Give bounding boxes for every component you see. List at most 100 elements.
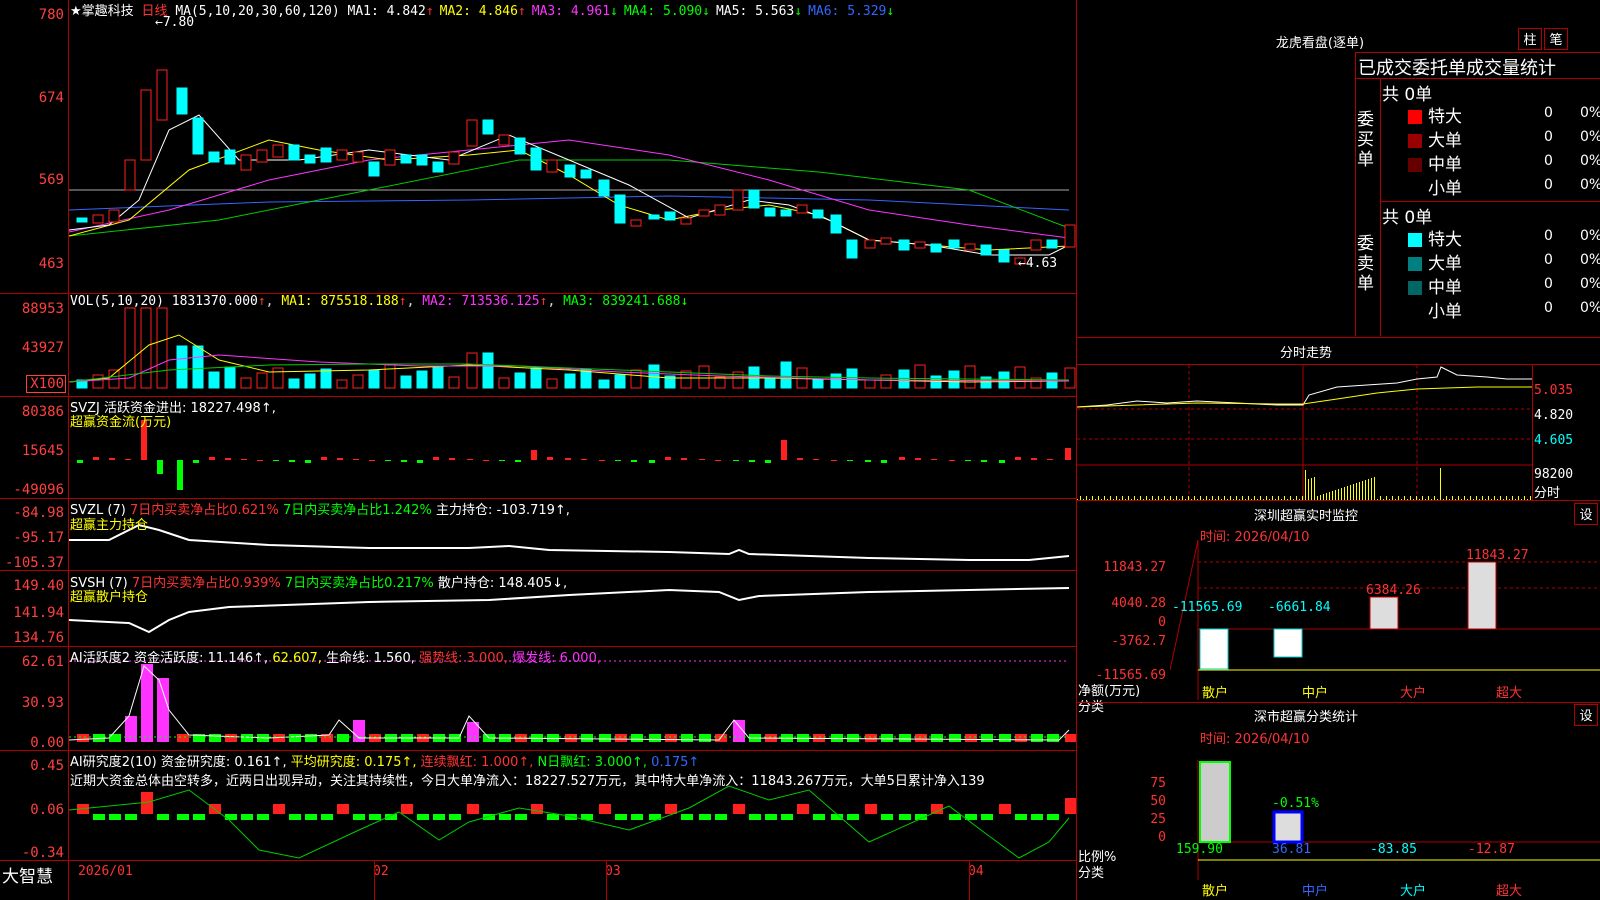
volume-bar-43 bbox=[780, 361, 792, 389]
ai1-bar-37 bbox=[681, 734, 693, 742]
candle-9 bbox=[224, 149, 236, 165]
ai1-bar-36 bbox=[665, 734, 677, 742]
candle-55 bbox=[980, 244, 992, 256]
volume-bar-21 bbox=[416, 370, 428, 389]
svzj-bar-6 bbox=[177, 460, 183, 490]
ai1-bar-0 bbox=[77, 734, 89, 742]
volume-bar-8 bbox=[208, 371, 220, 389]
ai2-bar-42 bbox=[765, 814, 777, 820]
ai2-bar-2 bbox=[109, 814, 121, 820]
kline-chart[interactable] bbox=[69, 0, 1076, 860]
ai2-bar-53 bbox=[949, 814, 961, 820]
svzj-bar-56 bbox=[999, 460, 1005, 463]
row-percent: 0% bbox=[1580, 177, 1600, 193]
intraday-vol-264 bbox=[1341, 488, 1342, 500]
row-percent: 0% bbox=[1580, 252, 1600, 268]
svzj-bar-33 bbox=[615, 460, 621, 461]
intraday-vol-234 bbox=[1311, 478, 1312, 500]
svzj-bar-25 bbox=[483, 460, 489, 461]
svzj-bar-13 bbox=[289, 460, 295, 462]
ma-value-5: MA5: 5.563↓ bbox=[715, 4, 803, 19]
svzj-bar-18 bbox=[369, 460, 375, 461]
monitor-title: 深圳超赢实时监控 bbox=[1253, 509, 1358, 524]
candle-1 bbox=[92, 214, 104, 224]
ai2-bar-55 bbox=[981, 814, 993, 820]
ai1-bar-6 bbox=[177, 734, 189, 742]
monitor-settings-button[interactable]: 设 bbox=[1574, 503, 1598, 525]
ai1-bar-54 bbox=[965, 734, 977, 742]
buy-row-2: 中单 0 0% bbox=[1408, 150, 1600, 175]
intraday-axis-4: 98200 bbox=[1534, 467, 1574, 482]
intraday-vol-363 bbox=[1440, 468, 1441, 500]
ai2-bar-38 bbox=[699, 814, 711, 820]
sell-row-2: 中单 0 0% bbox=[1408, 273, 1600, 298]
ai1-bar-13 bbox=[289, 734, 301, 742]
monitor-axis-3: -3762.7 bbox=[1111, 634, 1166, 649]
row-percent: 0% bbox=[1580, 105, 1600, 121]
ai2-bar-23 bbox=[449, 814, 461, 820]
sell-row-3: 小单 0 0% bbox=[1408, 297, 1600, 322]
svzj-bar-22 bbox=[433, 457, 439, 460]
ai1-bar-57 bbox=[1015, 734, 1027, 742]
volume-bar-24 bbox=[466, 352, 478, 389]
svzj-bar-43 bbox=[781, 440, 787, 460]
ai2-bar-18 bbox=[369, 814, 381, 820]
svzj-bar-41 bbox=[749, 460, 755, 462]
candle-6 bbox=[176, 87, 188, 115]
candle-47 bbox=[846, 239, 858, 259]
volume-bar-12 bbox=[272, 367, 284, 389]
intraday-vol-285 bbox=[1362, 481, 1363, 500]
volume-bar-52 bbox=[930, 375, 942, 389]
intraday-chart[interactable] bbox=[1077, 365, 1533, 500]
date-label-jan: 2026/01 bbox=[78, 864, 133, 879]
svzj-bar-44 bbox=[797, 458, 803, 460]
volume-bar-54 bbox=[964, 365, 976, 389]
svzj-bar-35 bbox=[649, 460, 655, 463]
svzj-bar-29 bbox=[547, 457, 553, 460]
candle-44 bbox=[796, 204, 808, 214]
ai2-bar-5 bbox=[157, 814, 169, 820]
ai1-bar-32 bbox=[599, 734, 611, 742]
buy-row-0: 特大 0 0% bbox=[1408, 102, 1600, 127]
row-value: 0 bbox=[1544, 153, 1553, 169]
candle-60 bbox=[1064, 224, 1076, 248]
volume-bar-16 bbox=[336, 379, 348, 389]
ai1-bar-17 bbox=[353, 720, 365, 742]
volume-bar-45 bbox=[812, 378, 824, 389]
svzj-bar-52 bbox=[931, 459, 937, 460]
candle-14 bbox=[304, 154, 316, 164]
class-val-0: 159.90 bbox=[1176, 842, 1223, 857]
class-val-3: -12.87 bbox=[1468, 842, 1515, 857]
intraday-axis-1: 5.035 bbox=[1534, 383, 1574, 398]
ai1-bar-16 bbox=[337, 734, 349, 742]
volume-bar-60 bbox=[1064, 367, 1076, 389]
volume-bar-18 bbox=[368, 369, 380, 389]
candle-4 bbox=[140, 89, 152, 161]
svzj-bar-42 bbox=[765, 460, 771, 463]
tab-tick[interactable]: 笔 bbox=[1544, 28, 1568, 50]
ai2-bar-21 bbox=[417, 814, 429, 820]
ai2-bar-44 bbox=[797, 804, 809, 814]
svzj-bar-19 bbox=[385, 460, 391, 461]
ai2-bar-32 bbox=[599, 804, 611, 814]
intraday-vol-279 bbox=[1356, 483, 1357, 500]
candle-48 bbox=[864, 239, 876, 249]
volume-bar-48 bbox=[864, 379, 876, 389]
intraday-vol-261 bbox=[1338, 489, 1339, 500]
volume-bar-32 bbox=[598, 379, 610, 389]
intraday-vol-258 bbox=[1335, 490, 1336, 500]
ai1-bar-38 bbox=[699, 734, 711, 742]
intraday-vol-291 bbox=[1368, 479, 1369, 500]
candle-22 bbox=[432, 161, 444, 173]
candle-31 bbox=[580, 169, 592, 179]
class-axis-2: 25 bbox=[1150, 812, 1166, 827]
volume-bar-22 bbox=[432, 365, 444, 389]
candle-21 bbox=[416, 154, 428, 166]
intraday-axis-3: 4.605 bbox=[1534, 433, 1574, 448]
tab-bar[interactable]: 柱 bbox=[1518, 28, 1542, 50]
ai2-bar-49 bbox=[881, 814, 893, 820]
intraday-vol-288 bbox=[1365, 480, 1366, 500]
class-settings-button[interactable]: 设 bbox=[1574, 704, 1598, 726]
monitor-chart bbox=[1170, 540, 1600, 700]
ai2-bar-40 bbox=[733, 804, 745, 814]
